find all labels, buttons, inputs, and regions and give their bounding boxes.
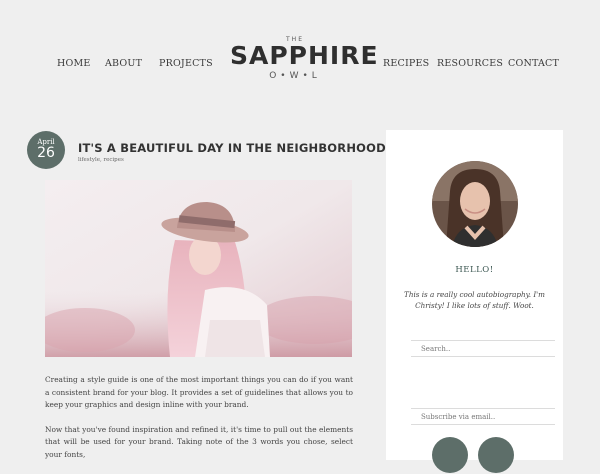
nav-about[interactable]: ABOUT (105, 58, 142, 69)
nav-contact[interactable]: CONTACT (508, 58, 559, 69)
site-logo[interactable]: THE SAPPHIRE O•W•L (230, 36, 379, 81)
post-tags[interactable]: lifestyle, recipes (78, 157, 124, 163)
post-paragraph: Creating a style guide is one of the mos… (45, 375, 353, 410)
post-title[interactable]: IT'S A BEAUTIFUL DAY IN THE NEIGHBORHOOD (78, 141, 386, 155)
girl-in-hat-photo (45, 180, 352, 357)
post-date-badge: April 26 (27, 131, 65, 169)
social-icon[interactable] (478, 437, 514, 473)
author-bio: This is a really cool autobiography. I'm… (404, 290, 545, 310)
nav-home[interactable]: HOME (57, 58, 91, 69)
author-photo (432, 161, 518, 247)
logo-name: SAPPHIRE (230, 41, 379, 70)
nav-projects[interactable]: PROJECTS (159, 58, 213, 69)
nav-resources[interactable]: RESOURCES (437, 58, 503, 69)
author-avatar (432, 161, 518, 247)
sidebar-hello-heading: HELLO! (455, 265, 494, 275)
nav-recipes[interactable]: RECIPES (383, 58, 429, 69)
subscribe-email-input[interactable] (411, 408, 555, 425)
post-body: Creating a style guide is one of the mos… (45, 374, 353, 474)
social-icon[interactable] (432, 437, 468, 473)
post-featured-image (45, 180, 352, 357)
search-input[interactable] (411, 340, 555, 357)
logo-subtitle: O•W•L (269, 71, 321, 81)
sidebar: HELLO! This is a really cool autobiograp… (386, 130, 563, 473)
post-date-day: 26 (37, 145, 55, 161)
post-paragraph: Now that you've found inspiration and re… (45, 424, 353, 459)
